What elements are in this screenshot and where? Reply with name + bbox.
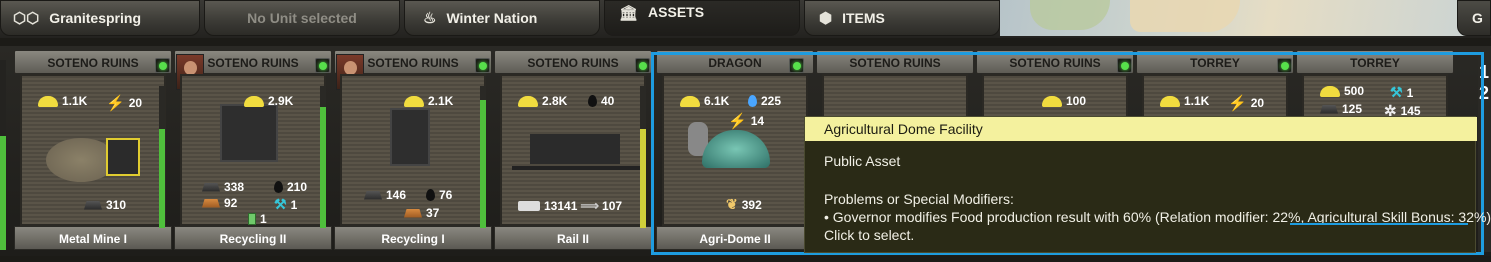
tab-assets[interactable]: 🏛 ASSETS	[604, 0, 800, 36]
tab-assets-label: ASSETS	[648, 4, 705, 20]
recycling-plant-icon	[220, 104, 278, 162]
asset-card[interactable]: SOTENO RUINS 2.8K 40 13141 ⟹ 107 Rail II	[494, 50, 652, 250]
rail-track-icon	[512, 166, 640, 170]
status-light-icon	[475, 58, 490, 73]
oil-icon	[274, 181, 283, 193]
top-tab-bar: ⬡⬡ Granitespring No Unit selected ♨ Wint…	[0, 0, 1491, 38]
tooltip-asset-type: Public Asset	[824, 153, 901, 169]
bank-icon: 🏛	[619, 5, 639, 22]
progress-bar	[480, 86, 486, 228]
strip-left-edge	[0, 60, 6, 250]
status-light-icon	[155, 58, 170, 73]
helmet-icon	[518, 95, 538, 107]
tooltip: Agricultural Dome Facility Public Asset …	[804, 116, 1491, 253]
progress-bar	[320, 86, 326, 228]
recycling-plant-icon	[390, 108, 430, 166]
card-name: Metal Mine I	[14, 226, 172, 250]
oil-icon	[426, 189, 435, 201]
arrow-right-icon: ⟹	[580, 198, 600, 213]
ingot-icon	[364, 190, 382, 200]
tab-unit-label: No Unit selected	[247, 10, 357, 26]
tab-city[interactable]: ⬡⬡ Granitespring	[0, 0, 200, 36]
helmet-icon	[38, 95, 58, 107]
map-preview[interactable]	[1000, 0, 1491, 36]
asset-card[interactable]: SOTENO RUINS 2.9K 338 210 92 ⚒ 1 1 Recycl…	[174, 50, 332, 250]
tab-overflow[interactable]: G	[1457, 0, 1491, 36]
mine-building-icon	[106, 138, 140, 176]
tab-items[interactable]: ⬢ ITEMS	[804, 0, 1000, 36]
status-light-icon	[315, 58, 330, 73]
hexagons-icon: ⬡⬡	[13, 10, 40, 27]
flame-icon: ♨	[423, 10, 437, 27]
tooltip-highlight	[1290, 223, 1468, 225]
energy-icon: ⚡	[106, 95, 125, 112]
tooltip-title: Agricultural Dome Facility	[805, 117, 1477, 141]
ingot-icon	[202, 182, 220, 192]
tab-items-label: ITEMS	[842, 10, 885, 26]
helmet-icon	[404, 95, 424, 107]
bottle-icon	[248, 213, 256, 225]
status-light-icon	[635, 58, 650, 73]
copper-icon	[404, 208, 422, 218]
asset-card[interactable]: SOTENO RUINS 1.1K ⚡ 20 310 Metal Mine I	[14, 50, 172, 250]
tab-nation-label: Winter Nation	[446, 10, 538, 26]
train-icon	[518, 201, 540, 211]
train-icon	[530, 134, 620, 164]
progress-bar	[159, 86, 165, 228]
helmet-icon	[244, 95, 264, 107]
tab-city-label: Granitespring	[49, 10, 141, 26]
card-owner: SOTENO RUINS	[494, 50, 652, 74]
ingot-icon	[84, 200, 102, 210]
tool-icon: ⚒	[274, 196, 287, 212]
card-name: Rail II	[494, 226, 652, 250]
asset-card[interactable]: SOTENO RUINS 2.1K 146 76 37 Recycling I	[334, 50, 492, 250]
card-name: Recycling II	[174, 226, 332, 250]
tooltip-hint: Click to select.	[824, 227, 915, 243]
card-owner: SOTENO RUINS	[14, 50, 172, 74]
copper-icon	[202, 198, 220, 208]
oil-icon	[588, 95, 597, 107]
tab-nation[interactable]: ♨ Winter Nation	[404, 0, 600, 36]
cube-icon: ⬢	[819, 10, 833, 27]
card-name: Recycling I	[334, 226, 492, 250]
progress-bar	[640, 86, 646, 228]
tab-unit[interactable]: No Unit selected	[204, 0, 400, 36]
tooltip-modifiers-heading: Problems or Special Modifiers:	[824, 191, 1014, 207]
